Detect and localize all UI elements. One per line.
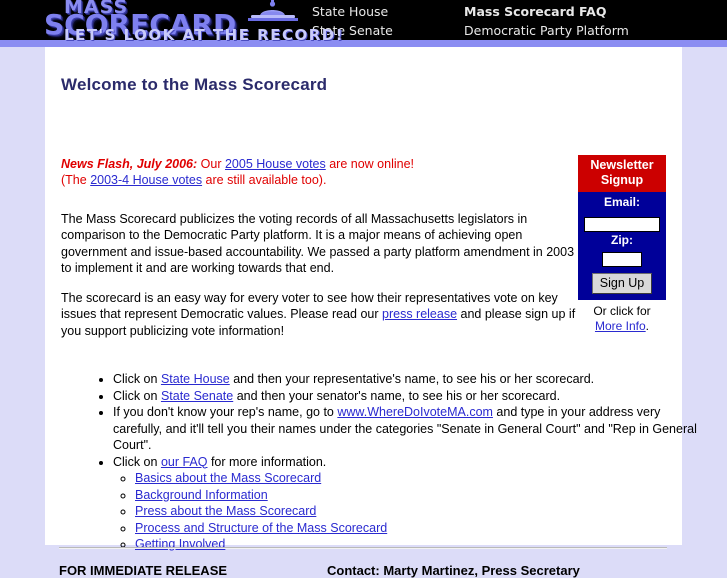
tagline-band: LET'S LOOK AT THE RECORD! — [0, 26, 727, 47]
sign-up-button[interactable]: Sign Up — [591, 273, 653, 294]
page-title: Welcome to the Mass Scorecard — [61, 75, 328, 94]
newsletter-signup-box: Newsletter Signup Email: Zip: Sign Up Or… — [578, 155, 666, 334]
list-item: Click on our FAQ for more information. B… — [113, 454, 703, 553]
news-flash-label: News Flash, July 2006: — [61, 157, 198, 171]
content-panel: Welcome to the Mass Scorecard News Flash… — [45, 47, 697, 578]
bullet2-text-2: and then your senator's name, to see his… — [233, 388, 561, 403]
link-2005-house-votes[interactable]: 2005 House votes — [225, 157, 326, 171]
link-press[interactable]: Press about the Mass Scorecard — [135, 504, 316, 518]
list-item: Getting Involved — [135, 536, 703, 553]
list-item: Process and Structure of the Mass Scorec… — [135, 520, 703, 537]
link-state-senate-body[interactable]: State Senate — [161, 389, 233, 403]
bullet2-text-1: Click on — [113, 388, 161, 403]
nav-link-faq[interactable]: Mass Scorecard FAQ — [464, 2, 629, 21]
list-item: Click on State House and then your repre… — [113, 371, 703, 388]
zip-label: Zip: — [611, 233, 633, 247]
instructions-list: Click on State House and then your repre… — [91, 371, 703, 553]
news-flash: News Flash, July 2006: Our 2005 House vo… — [61, 156, 576, 188]
link-2003-4-house-votes[interactable]: 2003-4 House votes — [90, 173, 202, 187]
news-flash-text-3: (The — [61, 173, 91, 187]
nav-link-state-house[interactable]: State House — [312, 2, 393, 21]
list-item: Basics about the Mass Scorecard — [135, 470, 703, 487]
scorecard-paragraph: The scorecard is an easy way for every v… — [61, 290, 579, 340]
link-background[interactable]: Background Information — [135, 488, 268, 502]
faq-sublinks-list: Basics about the Mass Scorecard Backgrou… — [113, 470, 703, 553]
section-divider — [59, 547, 667, 549]
newsletter-signup-title: Newsletter Signup — [578, 155, 666, 192]
email-label: Email: — [603, 195, 640, 209]
news-flash-text-1: Our — [197, 157, 225, 171]
newsletter-more-info: Or click for More Info. — [578, 300, 666, 334]
bullet4-text-2: for more information. — [207, 454, 327, 469]
link-state-house-body[interactable]: State House — [161, 372, 230, 386]
immediate-release-label: FOR IMMEDIATE RELEASE — [59, 563, 228, 578]
nav-link-party-platform[interactable]: Democratic Party Platform — [464, 21, 629, 40]
page-background: Welcome to the Mass Scorecard News Flash… — [0, 47, 727, 578]
link-basics[interactable]: Basics about the Mass Scorecard — [135, 471, 321, 485]
press-contact-label: Contact: Marty Martinez, Press Secretary — [327, 563, 580, 578]
news-flash-text-2: are now online! — [325, 157, 415, 171]
more-info-text: Or click for — [593, 304, 651, 318]
main-navigation: State House State Senate Mass Scorecard … — [312, 0, 712, 40]
news-flash-text-4: are still available too). — [202, 173, 327, 187]
list-item: Press about the Mass Scorecard — [135, 503, 703, 520]
intro-paragraph: The Mass Scorecard publicizes the voting… — [61, 211, 575, 276]
newsletter-title-line1: Newsletter — [590, 158, 654, 172]
bullet1-text-2: and then your representative's name, to … — [229, 372, 595, 386]
state-house-dome-icon — [248, 0, 298, 21]
bullet1-text-1: Click on — [113, 372, 161, 386]
newsletter-title-line2: Signup — [600, 173, 644, 187]
bullet4-text-1: Click on — [113, 454, 161, 469]
link-process-structure[interactable]: Process and Structure of the Mass Scorec… — [135, 521, 387, 535]
bullet3-text-1: If you don't know your rep's name, go to — [113, 405, 338, 419]
newsletter-signup-form: Email: Zip: Sign Up — [578, 192, 666, 300]
link-where-do-i-vote[interactable]: www.WhereDoIvoteMA.com — [337, 405, 493, 419]
list-item: If you don't know your rep's name, go to… — [113, 404, 703, 454]
link-more-info[interactable]: More Info — [595, 319, 646, 333]
zip-input[interactable] — [602, 252, 642, 267]
list-item: Background Information — [135, 487, 703, 504]
email-input[interactable] — [584, 217, 660, 232]
more-info-period: . — [645, 319, 650, 333]
tagline-text: LET'S LOOK AT THE RECORD! — [64, 26, 345, 44]
link-our-faq[interactable]: our FAQ — [161, 455, 208, 469]
nav-column-info: Mass Scorecard FAQ Democratic Party Plat… — [464, 2, 629, 40]
list-item: Click on State Senate and then your sena… — [113, 388, 703, 405]
link-press-release[interactable]: press release — [382, 307, 457, 321]
